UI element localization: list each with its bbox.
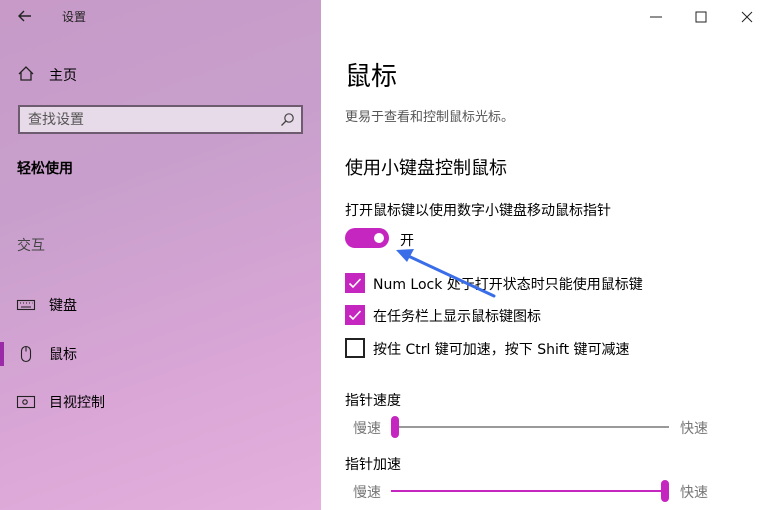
slider-thumb[interactable] (391, 416, 399, 438)
sidebar: 设置 主页 轻松使用 交互 键盘 (0, 0, 321, 510)
sidebar-item-label: 键盘 (49, 298, 77, 314)
main-content: 鼠标 更易于查看和控制鼠标光标。 使用小键盘控制鼠标 打开鼠标键以使用数字小键盘… (321, 0, 771, 510)
sidebar-item-keyboard[interactable]: 键盘 (0, 293, 321, 317)
page-description: 更易于查看和控制鼠标光标。 (345, 110, 515, 125)
back-button[interactable] (15, 6, 35, 26)
slider-max-label: 快速 (680, 421, 708, 437)
slider-max-label: 快速 (680, 485, 708, 501)
minimize-icon (650, 16, 662, 18)
pointer-speed-slider[interactable]: 慢速 快速 (345, 415, 745, 439)
keyboard-icon (16, 296, 36, 314)
sidebar-item-eye-control[interactable]: 目视控制 (0, 390, 321, 414)
slider-fill (391, 490, 669, 492)
mouse-keys-label: 打开鼠标键以使用数字小键盘移动鼠标指针 (345, 203, 611, 219)
checkmark-icon (348, 278, 362, 289)
checkbox-label: 按住 Ctrl 键可加速，按下 Shift 键可减速 (373, 342, 630, 358)
checkbox-label: Num Lock 处于打开状态时只能使用鼠标键 (373, 277, 643, 293)
pointer-speed-label: 指针速度 (345, 393, 401, 409)
ctrl-shift-speed-checkbox[interactable] (345, 338, 365, 358)
maximize-button[interactable] (692, 8, 710, 26)
sidebar-item-home[interactable]: 主页 (0, 62, 321, 86)
mouse-icon (16, 345, 36, 363)
section-title: 轻松使用 (17, 161, 73, 177)
numlock-only-checkbox[interactable] (345, 273, 365, 293)
search-icon[interactable] (280, 112, 295, 127)
taskbar-icon-checkbox[interactable] (345, 305, 365, 325)
mouse-keys-toggle[interactable] (345, 228, 389, 248)
checkmark-icon (348, 310, 362, 321)
search-input[interactable] (28, 111, 268, 129)
back-arrow-icon (18, 10, 31, 22)
maximize-icon (695, 11, 707, 23)
section-heading: 使用小键盘控制鼠标 (345, 158, 507, 179)
slider-min-label: 慢速 (353, 485, 381, 501)
group-label: 交互 (17, 238, 45, 254)
slider-min-label: 慢速 (353, 421, 381, 437)
close-button[interactable] (738, 8, 756, 26)
sidebar-item-label: 目视控制 (49, 395, 105, 411)
checkbox-label: 在任务栏上显示鼠标键图标 (373, 309, 541, 325)
page-title: 鼠标 (345, 62, 398, 92)
active-indicator (0, 342, 4, 366)
sidebar-item-label: 主页 (49, 68, 77, 84)
pointer-acceleration-label: 指针加速 (345, 457, 401, 473)
sidebar-item-mouse[interactable]: 鼠标 (0, 342, 321, 366)
slider-track[interactable] (391, 426, 669, 428)
home-icon (17, 65, 35, 83)
app-title: 设置 (62, 10, 87, 24)
search-box[interactable] (18, 105, 303, 134)
sidebar-item-label: 鼠标 (49, 347, 77, 363)
slider-thumb[interactable] (661, 480, 669, 502)
pointer-acceleration-slider[interactable]: 慢速 快速 (345, 479, 745, 503)
eye-control-icon (16, 393, 36, 411)
close-icon (741, 11, 753, 23)
toggle-knob (374, 233, 384, 243)
minimize-button[interactable] (647, 8, 665, 26)
toggle-state-label: 开 (400, 233, 414, 249)
